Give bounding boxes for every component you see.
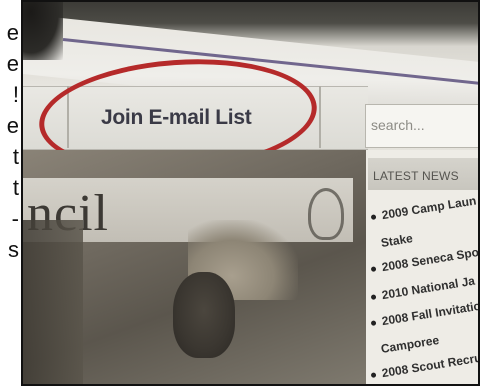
- photo-frame: Join E-mail List search... LATEST NEWS 2…: [21, 0, 480, 386]
- left-text-fragment: e: [6, 51, 19, 76]
- left-text-fragment: s: [8, 237, 19, 262]
- bullet-icon: [370, 294, 377, 301]
- left-slide-text-column: e e ! e t t - s: [0, 0, 21, 386]
- fleur-de-lis-icon: [308, 188, 344, 240]
- left-text-fragment: t: [12, 175, 19, 200]
- left-text-fragment: -: [11, 206, 19, 231]
- search-placeholder: search...: [371, 117, 425, 133]
- bullet-icon: [370, 266, 377, 273]
- left-text-fragment: t: [12, 144, 19, 169]
- hero-dark-left-strip: [23, 220, 83, 386]
- person-face: [173, 272, 235, 358]
- dark-corner-shadow: [23, 0, 63, 60]
- bullet-icon: [370, 214, 377, 221]
- latest-news-title: LATEST NEWS: [373, 169, 459, 183]
- bullet-icon: [370, 372, 377, 379]
- bullet-icon: [370, 320, 377, 327]
- nav-separator: [319, 86, 321, 148]
- left-text-fragment: e: [6, 20, 19, 45]
- left-text-fragment: !: [12, 82, 19, 107]
- left-text-fragment: e: [6, 113, 19, 138]
